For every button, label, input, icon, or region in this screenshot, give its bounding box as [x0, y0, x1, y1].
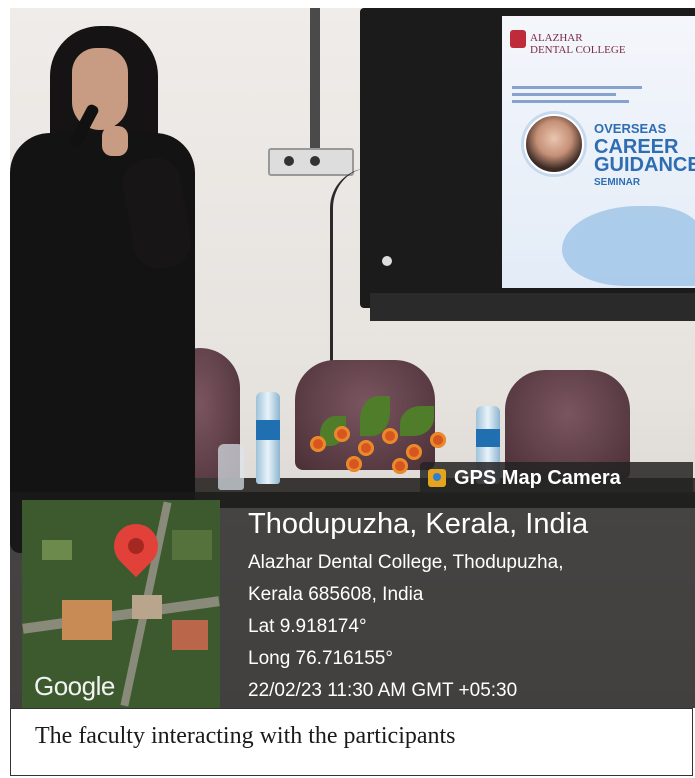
person-hand: [102, 126, 128, 156]
wall-pipe: [310, 8, 320, 158]
google-logo: Google: [34, 671, 115, 701]
seminar-title-line: GUIDANCE: [594, 154, 695, 176]
seminar-title-line: SEMINAR: [594, 177, 641, 188]
location-city: Thodupuzha, Kerala, India: [248, 508, 589, 540]
app-badge-label: GPS Map Camera: [454, 466, 621, 489]
college-logo-icon: [510, 30, 526, 48]
tv-indicator: [382, 256, 392, 266]
location-details: Thodupuzha, Kerala, India Alazhar Dental…: [248, 508, 588, 707]
caption-box: The faculty interacting with the partici…: [10, 708, 693, 776]
map-thumbnail: Google: [22, 500, 220, 708]
longitude: Long 76.716155°: [248, 648, 393, 669]
latitude: Lat 9.918174°: [248, 616, 367, 637]
slide-college-name: ALAZHAR DENTAL COLLEGE: [530, 32, 626, 56]
slide-small-text: [512, 86, 642, 107]
gps-map-camera-icon: [428, 469, 446, 487]
app-badge: GPS Map Camera: [420, 462, 693, 494]
address-line-1: Alazhar Dental College, Thodupuzha,: [248, 552, 564, 573]
address-line-2: Kerala 685608, India: [248, 584, 424, 605]
power-socket: [268, 148, 354, 176]
seminar-title: OVERSEAS CAREER GUIDANCE SEMINAR: [594, 120, 695, 192]
slide-illustration: [562, 206, 695, 286]
presentation-slide: ALAZHAR DENTAL COLLEGE OVERSEAS CAREER G…: [502, 16, 695, 288]
photo-caption: The faculty interacting with the partici…: [35, 723, 456, 749]
timestamp: 22/02/23 11:30 AM GMT +05:30: [248, 680, 518, 701]
tv-frame-bottom: [370, 293, 695, 321]
speaker-portrait: [524, 114, 584, 174]
water-bottle: [256, 392, 280, 484]
